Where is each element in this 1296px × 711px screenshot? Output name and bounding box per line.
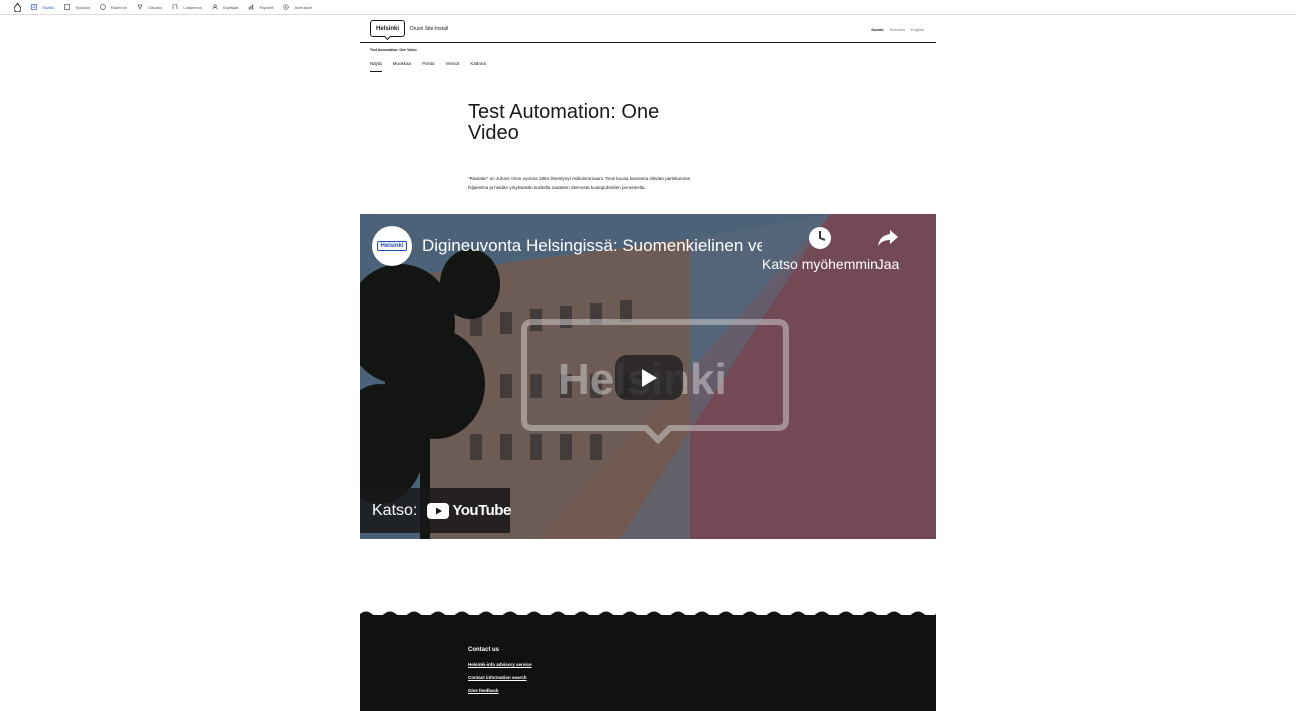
page-title: Test Automation: One Video xyxy=(468,101,660,144)
watch-on-youtube-button[interactable]: Katso: YouTube xyxy=(360,488,511,533)
reports-icon xyxy=(248,4,254,10)
tab-delete[interactable]: Poista xyxy=(422,61,435,72)
local-tasks: Näytä Muokkaa Poista Versiot Käännä xyxy=(370,61,486,72)
channel-logo-text: Helsinki xyxy=(377,241,407,251)
toolbar-item-reports[interactable]: Raportit xyxy=(248,4,273,10)
toolbar-item-label: Ulkoasu xyxy=(147,4,163,10)
clock-icon xyxy=(808,227,831,249)
site-header: Helsinki Drush Site-Install Suomi Svensk… xyxy=(360,15,936,43)
toolbar-item-tools[interactable]: Työkalut xyxy=(64,4,90,10)
toolbar-item-structure[interactable]: Rakenne xyxy=(100,4,127,10)
tab-translate[interactable]: Käännä xyxy=(470,61,486,72)
appearance-icon xyxy=(137,4,143,10)
toolbar-item-label: Raportit xyxy=(259,4,274,10)
toolbar-item-label: Sisältö xyxy=(42,4,55,10)
youtube-logo: YouTube xyxy=(427,502,511,519)
toolbar-item-extend[interactable]: Laajennus xyxy=(172,3,202,10)
toolbar-item-appearance[interactable]: Ulkoasu xyxy=(137,4,162,10)
share-button[interactable]: Jaa xyxy=(876,226,900,272)
drupal-icon[interactable] xyxy=(12,2,22,12)
share-icon xyxy=(878,230,898,246)
watch-on-label: Katso: xyxy=(372,501,418,519)
toolbar-item-label: Käyttäjät xyxy=(222,4,239,10)
extend-icon xyxy=(172,3,178,10)
channel-avatar[interactable]: Helsinki xyxy=(372,226,412,266)
footer-link-contact-search[interactable]: Contact information search xyxy=(468,675,527,680)
breadcrumb: Test Automation: One Video xyxy=(370,48,417,52)
language-link-en[interactable]: English xyxy=(911,27,924,32)
structure-icon xyxy=(100,4,106,10)
language-link-fi[interactable]: Suomi xyxy=(871,27,883,32)
play-button[interactable] xyxy=(615,355,683,400)
tools-icon xyxy=(64,4,70,10)
footer-link-advisory[interactable]: Helsinki-info advisory service xyxy=(468,662,532,667)
toolbar-item-people[interactable]: Käyttäjät xyxy=(212,4,239,10)
share-label: Jaa xyxy=(876,256,900,272)
site-footer: Contact us Helsinki-info advisory servic… xyxy=(360,611,936,711)
footer-link-feedback[interactable]: Give feedback xyxy=(468,688,499,693)
toolbar-item-config[interactable]: Asetukset xyxy=(283,4,312,10)
admin-toolbar: Sisältö Työkalut Rakenne Ulkoasu Laajenn… xyxy=(0,0,1296,15)
toolbar-item-label: Laajennus xyxy=(183,4,202,10)
youtube-wordmark: YouTube xyxy=(452,502,511,519)
video-title[interactable]: Digineuvonta Helsingissä: Suomenkielinen… xyxy=(422,236,762,256)
content-icon xyxy=(31,4,37,10)
site: Helsinki Drush Site-Install Suomi Svensk… xyxy=(360,15,936,711)
helsinki-logo[interactable]: Helsinki xyxy=(370,20,405,37)
tab-view[interactable]: Näytä xyxy=(370,61,382,72)
tab-edit[interactable]: Muokkaa xyxy=(393,61,411,72)
video-embed[interactable]: Helsinki Helsinki Digineuvonta Helsingis… xyxy=(360,214,936,539)
footer-heading: Contact us xyxy=(468,647,500,653)
watch-later-label: Katso myöhemmin xyxy=(762,256,878,272)
config-icon xyxy=(283,4,290,10)
play-icon xyxy=(642,368,657,387)
tab-revisions[interactable]: Versiot xyxy=(446,61,460,72)
language-switcher: Suomi Svenska English xyxy=(871,27,924,32)
toolbar-item-content[interactable]: Sisältö xyxy=(31,4,54,10)
language-link-sv[interactable]: Svenska xyxy=(890,27,905,32)
footer-wave xyxy=(360,611,936,619)
watch-later-button[interactable]: Katso myöhemmin xyxy=(762,226,878,272)
logo-text: Helsinki xyxy=(375,25,399,32)
youtube-icon xyxy=(427,502,450,519)
toolbar-item-label: Asetukset xyxy=(294,4,313,10)
people-icon xyxy=(212,4,218,10)
toolbar-item-label: Työkalut xyxy=(75,4,90,10)
site-name[interactable]: Drush Site-Install xyxy=(410,26,448,32)
toolbar-item-label: Rakenne xyxy=(110,4,127,10)
lead-paragraph: "Rautatie" on Juhani Ahon vuonna 1884 il… xyxy=(468,176,691,190)
